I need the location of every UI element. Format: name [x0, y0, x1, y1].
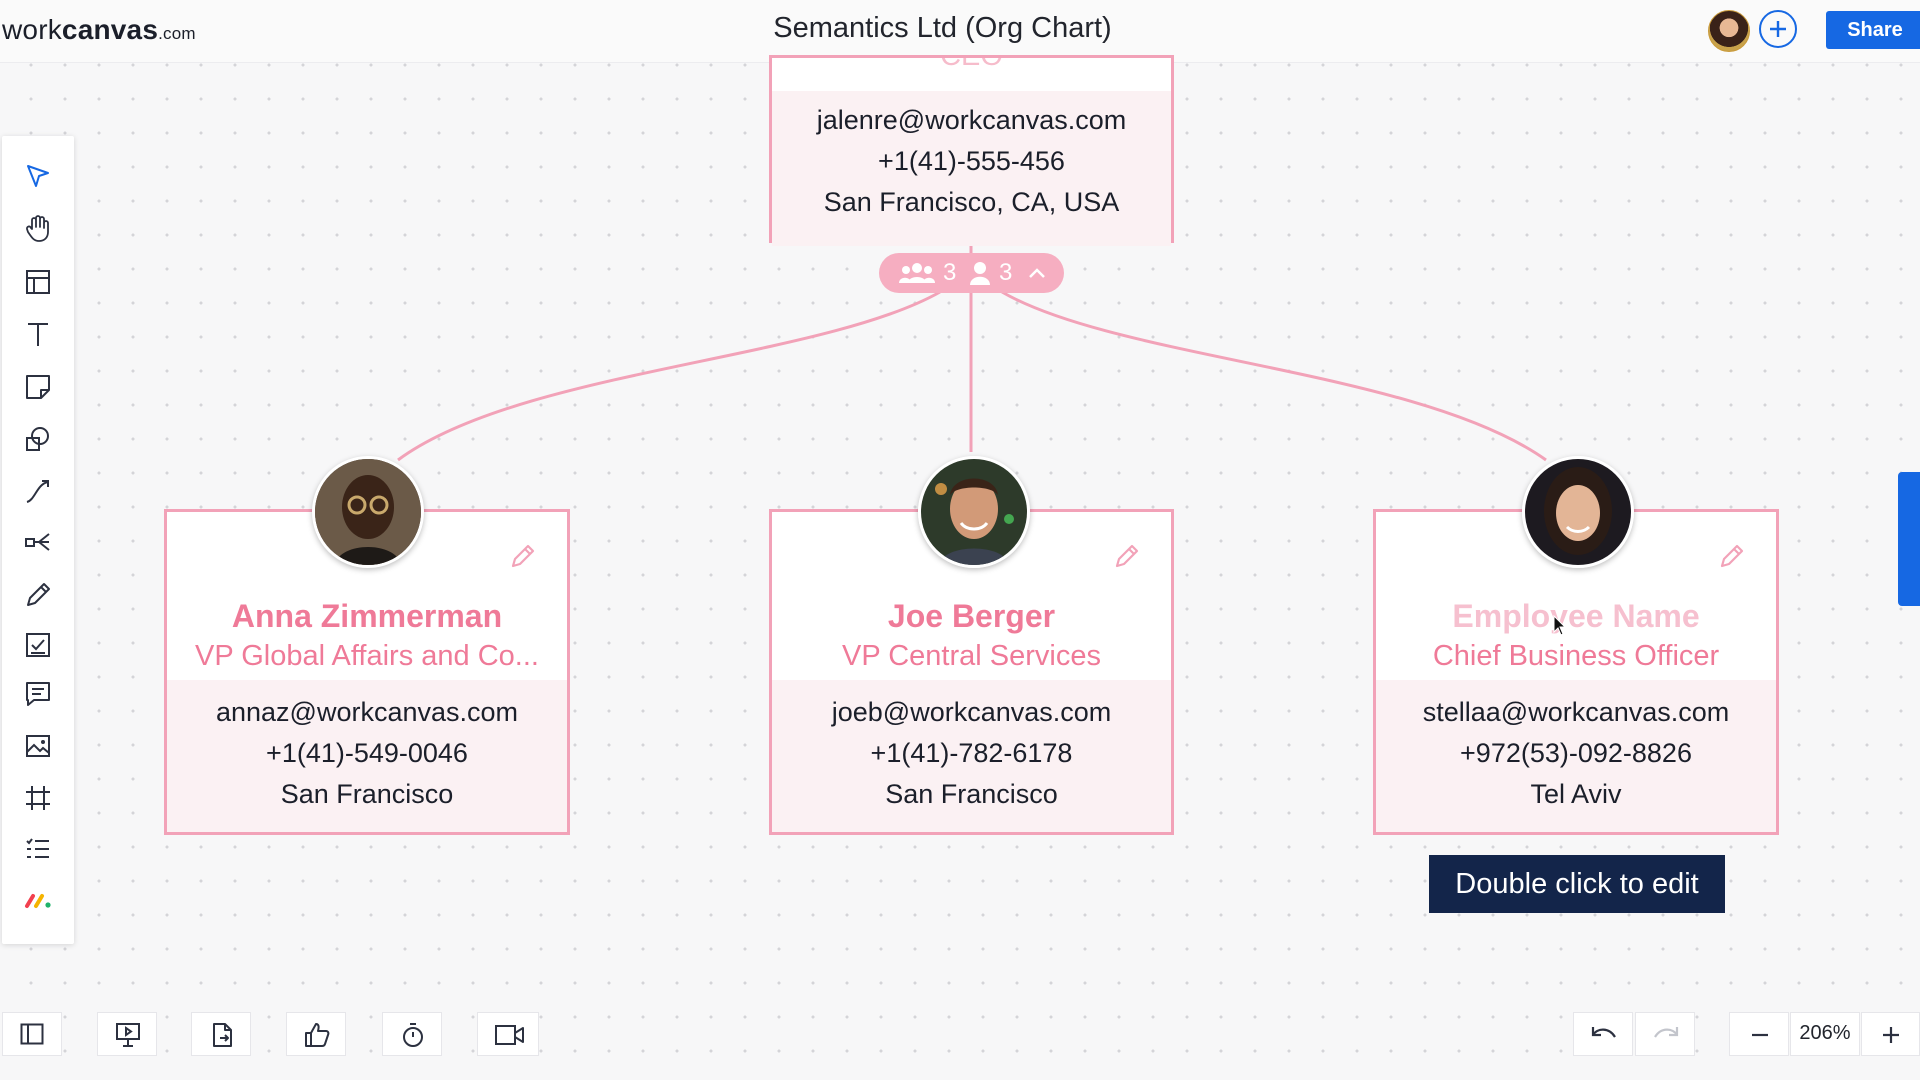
comment-icon[interactable] [23, 679, 53, 709]
redo-button[interactable] [1635, 1012, 1695, 1056]
card-email: joeb@workcanvas.com [831, 697, 1112, 727]
connector-line-icon[interactable] [23, 476, 53, 506]
card-phone: +1(41)-549-0046 [266, 738, 468, 768]
export-file-icon [213, 1023, 232, 1047]
card-role-cut-off: CEO [772, 58, 1171, 73]
mouse-cursor-icon [1553, 615, 1567, 636]
card-header: CEO [772, 58, 1171, 91]
group-icon [899, 263, 935, 283]
redo-icon [1654, 1027, 1679, 1038]
edit-tooltip: Double click to edit [1429, 855, 1725, 913]
presentation-icon [116, 1023, 140, 1047]
portrait-image [921, 459, 1027, 565]
portrait-image [315, 459, 421, 565]
employee-avatar[interactable] [312, 456, 424, 568]
person-icon [970, 262, 990, 285]
minus-icon [1752, 1033, 1768, 1037]
card-location: San Francisco [280, 779, 454, 809]
portrait-image [1525, 459, 1631, 565]
thumbs-up-icon [305, 1023, 330, 1047]
card-email: stellaa@workcanvas.com [1422, 697, 1730, 727]
sidebar-toggle-icon [20, 1023, 44, 1045]
card-details: joeb@workcanvas.com +1(41)-782-6178 San … [772, 680, 1171, 832]
group-count: 3 [943, 259, 957, 286]
left-toolbar [2, 136, 74, 944]
zoom-in-button[interactable] [1861, 1012, 1920, 1056]
checklist-icon[interactable] [23, 630, 53, 660]
sticky-note-icon[interactable] [23, 372, 53, 402]
employee-avatar[interactable] [1522, 456, 1634, 568]
card-email: annaz@workcanvas.com [215, 697, 519, 727]
chevron-up-icon [1029, 268, 1045, 278]
timer-icon [403, 1023, 423, 1047]
card-details: annaz@workcanvas.com +1(41)-549-0046 San… [167, 680, 567, 832]
card-location: Tel Aviv [1530, 779, 1622, 809]
timer-button[interactable] [382, 1012, 442, 1056]
layout-icon[interactable] [23, 267, 53, 297]
card-email: jalenre@workcanvas.com [816, 105, 1127, 135]
mind-map-icon[interactable] [23, 528, 53, 558]
zoom-value: 206% [1799, 1022, 1851, 1044]
pencil-icon[interactable] [1111, 542, 1141, 572]
present-button[interactable] [97, 1012, 157, 1056]
card-phone: +1(41)-782-6178 [870, 738, 1073, 768]
pen-icon[interactable] [23, 580, 53, 610]
video-call-button[interactable] [477, 1012, 539, 1056]
list-icon[interactable] [23, 834, 53, 864]
frame-icon[interactable] [23, 783, 53, 813]
shapes-icon[interactable] [23, 424, 53, 454]
pencil-icon[interactable] [1716, 542, 1746, 572]
card-location: San Francisco, CA, USA [823, 187, 1120, 217]
zoom-level[interactable]: 206% [1790, 1012, 1860, 1056]
connector-to-anna [397, 290, 941, 462]
plus-icon [1883, 1027, 1899, 1043]
card-phone: +1(41)-555-456 [878, 146, 1065, 176]
side-panel-tab[interactable] [1898, 472, 1920, 606]
toggle-panel-button[interactable] [2, 1012, 62, 1056]
connector-to-stella [1001, 290, 1547, 462]
card-details: jalenre@workcanvas.com +1(41)-555-456 Sa… [772, 91, 1171, 246]
employee-role: VP Global Affairs and Co... [195, 640, 539, 672]
employee-role: VP Central Services [842, 640, 1101, 672]
hand-icon[interactable] [23, 213, 53, 243]
video-camera-icon [495, 1025, 524, 1045]
pencil-icon[interactable] [507, 542, 537, 572]
card-phone: +972(53)-092-8826 [1460, 738, 1692, 768]
export-button[interactable] [191, 1012, 251, 1056]
text-icon[interactable] [23, 319, 53, 349]
employee-avatar[interactable] [918, 456, 1030, 568]
org-card-top[interactable]: CEO jalenre@workcanvas.com +1(41)-555-45… [769, 55, 1174, 246]
image-icon[interactable] [23, 731, 53, 761]
employee-role: Chief Business Officer [1432, 640, 1720, 672]
zoom-out-button[interactable] [1729, 1012, 1789, 1056]
person-count: 3 [999, 259, 1013, 286]
undo-icon [1591, 1027, 1616, 1038]
monday-logo-icon[interactable] [23, 884, 53, 914]
vote-button[interactable] [286, 1012, 346, 1056]
card-location: San Francisco [885, 779, 1058, 809]
undo-button[interactable] [1573, 1012, 1633, 1056]
team-collapse-toggle[interactable]: 3 3 [879, 253, 1064, 293]
select-arrow-icon[interactable] [23, 161, 53, 191]
card-details: stellaa@workcanvas.com +972(53)-092-8826… [1376, 680, 1776, 832]
